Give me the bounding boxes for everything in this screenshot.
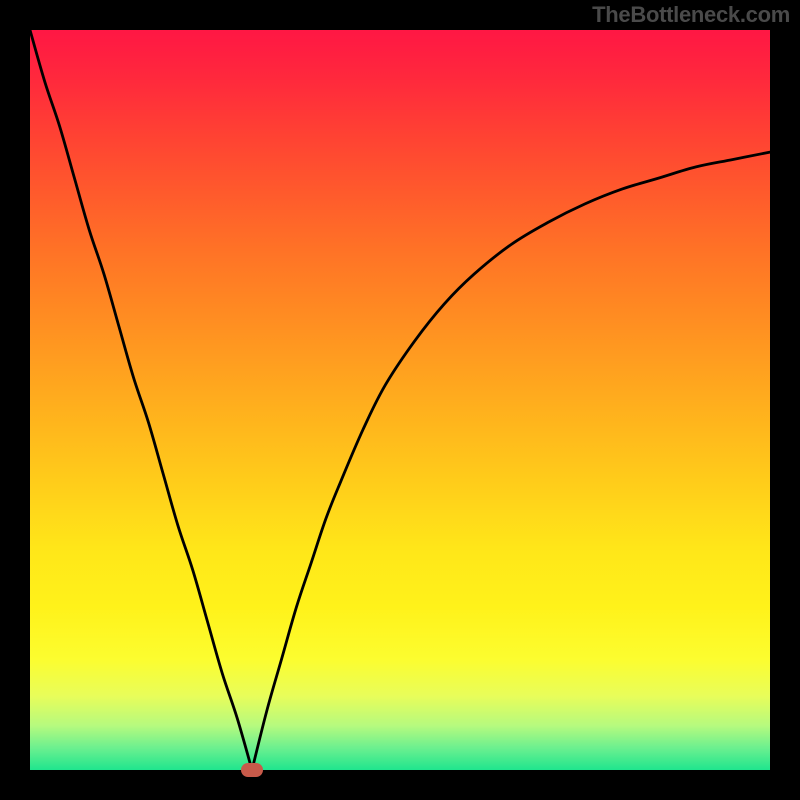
chart-curve (30, 30, 770, 770)
curve-left-branch (30, 30, 252, 770)
curve-right-branch (252, 152, 770, 770)
chart-frame: TheBottleneck.com (0, 0, 800, 800)
minimum-marker (241, 763, 263, 777)
watermark-text: TheBottleneck.com (592, 2, 790, 28)
plot-area (30, 30, 770, 770)
